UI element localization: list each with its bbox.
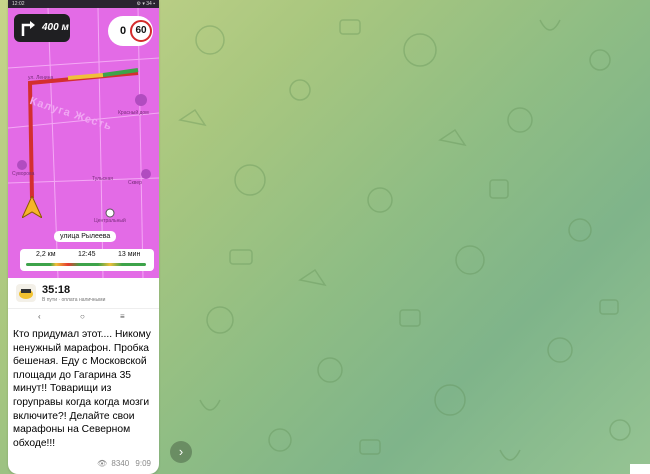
home-icon: ○: [80, 312, 85, 321]
map-label: Тульская: [92, 176, 113, 182]
eta-subtitle: В пути · оплата наличными: [42, 297, 106, 303]
corner-fragment: [630, 464, 650, 474]
turn-right-arrow-icon: [21, 21, 35, 36]
turn-distance: 400 м: [42, 22, 69, 33]
eta-card: 35:18 В пути · оплата наличными: [8, 278, 159, 308]
arrival-time: 12:45: [78, 251, 96, 258]
message-time: 9:09: [135, 459, 151, 468]
speed-limit-sign: 60: [130, 20, 152, 42]
route-progress-bar: [26, 263, 146, 266]
message-bubble[interactable]: 12:02 ⚙ ▾ 34 ▪ Калуга Жесть ул. Ленина Т…: [8, 0, 159, 474]
phone-nav-bar: ‹ ○ ≡: [8, 308, 159, 324]
poi-marker: [17, 160, 27, 170]
poi-marker: [135, 94, 147, 106]
route-distance: 2,2 км: [36, 251, 56, 258]
poi-marker: [141, 169, 151, 179]
poi-marker: [105, 208, 115, 218]
back-icon: ‹: [38, 312, 41, 321]
phone-status-bar: 12:02 ⚙ ▾ 34 ▪: [8, 0, 159, 8]
status-time: 12:02: [12, 1, 25, 7]
navigation-arrow-icon: [22, 196, 42, 218]
view-count: 8340: [111, 459, 130, 468]
map-label: Центральный: [94, 218, 126, 224]
speed-widget: 0 60: [108, 16, 153, 46]
map-label: Красный дом: [118, 110, 149, 116]
message-text: Кто придумал этот.... Никому ненужный ма…: [13, 329, 151, 449]
route-summary-bar: 2,2 км 12:45 13 мин: [20, 249, 154, 271]
car-icon: [16, 284, 36, 302]
route-duration: 13 мин: [118, 251, 141, 258]
recents-icon: ≡: [120, 312, 125, 321]
message-meta: 👁 8340 9:09: [97, 459, 151, 468]
map-label: Сквер: [128, 180, 142, 186]
share-arrow-icon[interactable]: ›: [170, 441, 192, 463]
eye-icon: 👁: [97, 459, 108, 468]
eta-time: 35:18: [42, 284, 71, 296]
map-label: Суворова: [12, 171, 35, 177]
status-icons: ⚙ ▾ 34 ▪: [136, 1, 156, 7]
navigator-screenshot[interactable]: 12:02 ⚙ ▾ 34 ▪ Калуга Жесть ул. Ленина Т…: [8, 0, 159, 324]
map-label: ул. Ленина: [28, 75, 54, 81]
current-street-label: улица Рылеева: [54, 231, 117, 242]
turn-instruction: 400 м: [14, 14, 70, 42]
